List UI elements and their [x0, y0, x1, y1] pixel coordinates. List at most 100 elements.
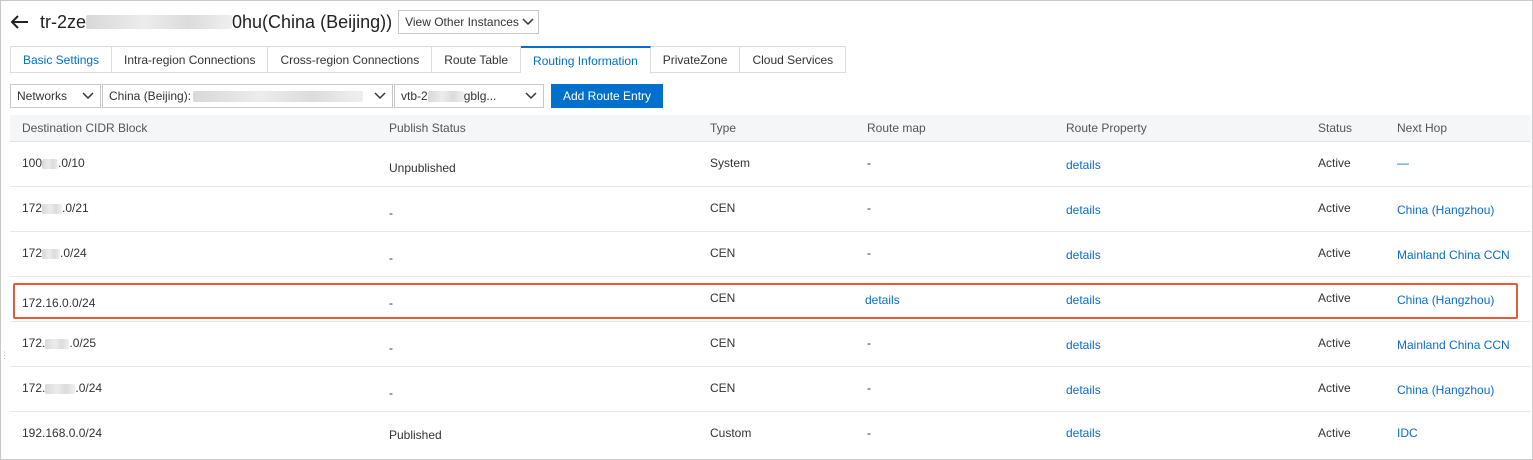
cidr-cell: 172. .0/25 — [22, 336, 96, 350]
cidr-cell: 172 .0/21 — [22, 201, 89, 215]
page-header: tr-2ze 0hu(China (Beijing)) View Other I… — [10, 8, 539, 36]
cidr-part: .0/21 — [62, 201, 89, 215]
route-map-cell: - — [867, 381, 871, 395]
route-map-cell: - — [867, 201, 871, 215]
chevron-down-icon — [82, 92, 94, 100]
tab-label: Intra-region Connections — [124, 52, 256, 67]
masked-cidr — [42, 158, 59, 169]
masked-cidr — [42, 203, 63, 214]
col-status: Status — [1318, 121, 1353, 135]
publish-status-cell: - — [389, 206, 393, 220]
network-type-select[interactable]: Networks — [10, 84, 101, 108]
route-property-details-link[interactable]: details — [1066, 338, 1101, 352]
view-other-instances-dropdown[interactable]: View Other Instances — [398, 10, 539, 34]
type-cell: CEN — [710, 246, 736, 260]
network-instance-value: China (Beijing): — [109, 89, 364, 103]
route-table-select[interactable]: vtb-2 gblg... — [394, 84, 544, 108]
back-arrow-icon[interactable] — [10, 12, 30, 32]
type-cell: CEN — [710, 201, 736, 215]
chevron-down-icon — [374, 92, 386, 100]
tab-cross-region-connections[interactable]: Cross-region Connections — [268, 46, 433, 73]
masked-cidr — [45, 383, 76, 394]
next-hop-link[interactable]: IDC — [1397, 426, 1418, 440]
cidr-part: 100 — [22, 156, 43, 170]
route-property-details-link[interactable]: details — [1066, 426, 1101, 440]
tab-route-table[interactable]: Route Table — [432, 46, 522, 73]
col-next-hop: Next Hop — [1397, 121, 1448, 135]
cidr-cell: 192.168.0.0/24 — [22, 426, 102, 440]
next-hop-link[interactable]: — — [1397, 156, 1409, 170]
highlighted-row-outline — [13, 283, 1518, 319]
route-property-details-link[interactable]: details — [1066, 158, 1101, 172]
type-cell: Custom — [710, 426, 752, 440]
cidr-part: 172 — [22, 201, 43, 215]
add-route-entry-button[interactable]: Add Route Entry — [551, 84, 664, 108]
table-row: 172. .0/24 - CEN - details Active China (… — [10, 367, 1531, 412]
chevron-down-icon — [522, 18, 534, 26]
route-table-value: vtb-2 gblg... — [401, 89, 496, 103]
masked-vtb-id — [427, 90, 464, 102]
route-map-cell: - — [867, 156, 871, 170]
masked-network-id — [193, 90, 364, 102]
tab-privatezone[interactable]: PrivateZone — [650, 46, 741, 73]
next-hop-link[interactable]: China (Hangzhou) — [1397, 203, 1494, 217]
tab-label: Routing Information — [533, 53, 638, 68]
type-cell: System — [710, 156, 751, 170]
collapse-handle-icon[interactable]: ⋮ — [0, 350, 9, 372]
masked-cidr — [42, 248, 61, 259]
title-prefix: tr-2ze — [40, 11, 87, 32]
cidr-part: 172. — [22, 336, 46, 350]
cidr-part: .0/24 — [75, 381, 103, 395]
route-map-cell: - — [867, 426, 871, 440]
col-route-property: Route Property — [1066, 121, 1147, 135]
route-property-details-link[interactable]: details — [1066, 248, 1101, 262]
network-type-value: Networks — [17, 89, 68, 103]
tab-label: Basic Settings — [23, 52, 100, 67]
type-cell: CEN — [710, 381, 736, 395]
title-suffix: 0hu(China (Beijing)) — [232, 11, 393, 32]
type-cell: CEN — [710, 336, 736, 350]
page-title: tr-2ze 0hu(China (Beijing)) — [40, 12, 392, 33]
publish-status-cell: Published — [389, 428, 442, 442]
table-row: 172. .0/25 - CEN - details Active Mainlan… — [10, 322, 1531, 367]
tab-intra-region-connections[interactable]: Intra-region Connections — [112, 46, 269, 73]
col-route-map: Route map — [867, 121, 926, 135]
tab-basic-settings[interactable]: Basic Settings — [10, 46, 113, 73]
tab-label: PrivateZone — [662, 52, 728, 67]
cidr-part: .0/24 — [60, 246, 87, 260]
publish-status-cell: Unpublished — [389, 161, 456, 175]
vtb-prefix: vtb-2 — [401, 89, 428, 103]
next-hop-link[interactable]: China (Hangzhou) — [1397, 383, 1494, 397]
col-destination-cidr: Destination CIDR Block — [22, 121, 148, 135]
status-cell: Active — [1318, 201, 1351, 215]
publish-status-cell: - — [389, 251, 393, 265]
route-property-details-link[interactable]: details — [1066, 203, 1101, 217]
network-instance-select[interactable]: China (Beijing): — [102, 84, 393, 108]
table-row: 100 .0/10 Unpublished System - details Ac… — [10, 142, 1531, 187]
route-property-details-link[interactable]: details — [1066, 383, 1101, 397]
cidr-cell: 172. .0/24 — [22, 381, 102, 395]
table-row: 172 .0/21 - CEN - details Active China (H… — [10, 187, 1531, 232]
route-map-cell: - — [867, 336, 871, 350]
next-hop-link[interactable]: Mainland China CCN — [1397, 248, 1510, 262]
masked-instance-id — [86, 15, 233, 29]
publish-status-cell: - — [389, 386, 393, 400]
cidr-part: 172 — [22, 246, 43, 260]
col-publish-status: Publish Status — [389, 121, 466, 135]
next-hop-link[interactable]: Mainland China CCN — [1397, 338, 1510, 352]
cidr-part: 192.168.0.0/24 — [22, 426, 103, 440]
table-row: 172 .0/24 - CEN - details Active Mainland… — [10, 232, 1531, 277]
status-cell: Active — [1318, 426, 1351, 440]
cidr-part: .0/25 — [69, 336, 97, 350]
table-row: 192.168.0.0/24 Published Custom - detail… — [10, 412, 1531, 457]
table-header: Destination CIDR Block Publish Status Ty… — [10, 115, 1531, 142]
tab-label: Route Table — [444, 52, 509, 67]
status-cell: Active — [1318, 156, 1351, 170]
tab-label: Cloud Services — [752, 52, 834, 67]
vtb-suffix: gblg... — [463, 89, 497, 103]
tab-bar: Basic Settings Intra-region Connections … — [10, 46, 847, 74]
col-type: Type — [710, 121, 737, 135]
filter-bar: Networks China (Beijing): vtb-2 gblg... … — [10, 84, 664, 108]
tab-cloud-services[interactable]: Cloud Services — [740, 46, 847, 73]
tab-routing-information[interactable]: Routing Information — [521, 46, 651, 74]
